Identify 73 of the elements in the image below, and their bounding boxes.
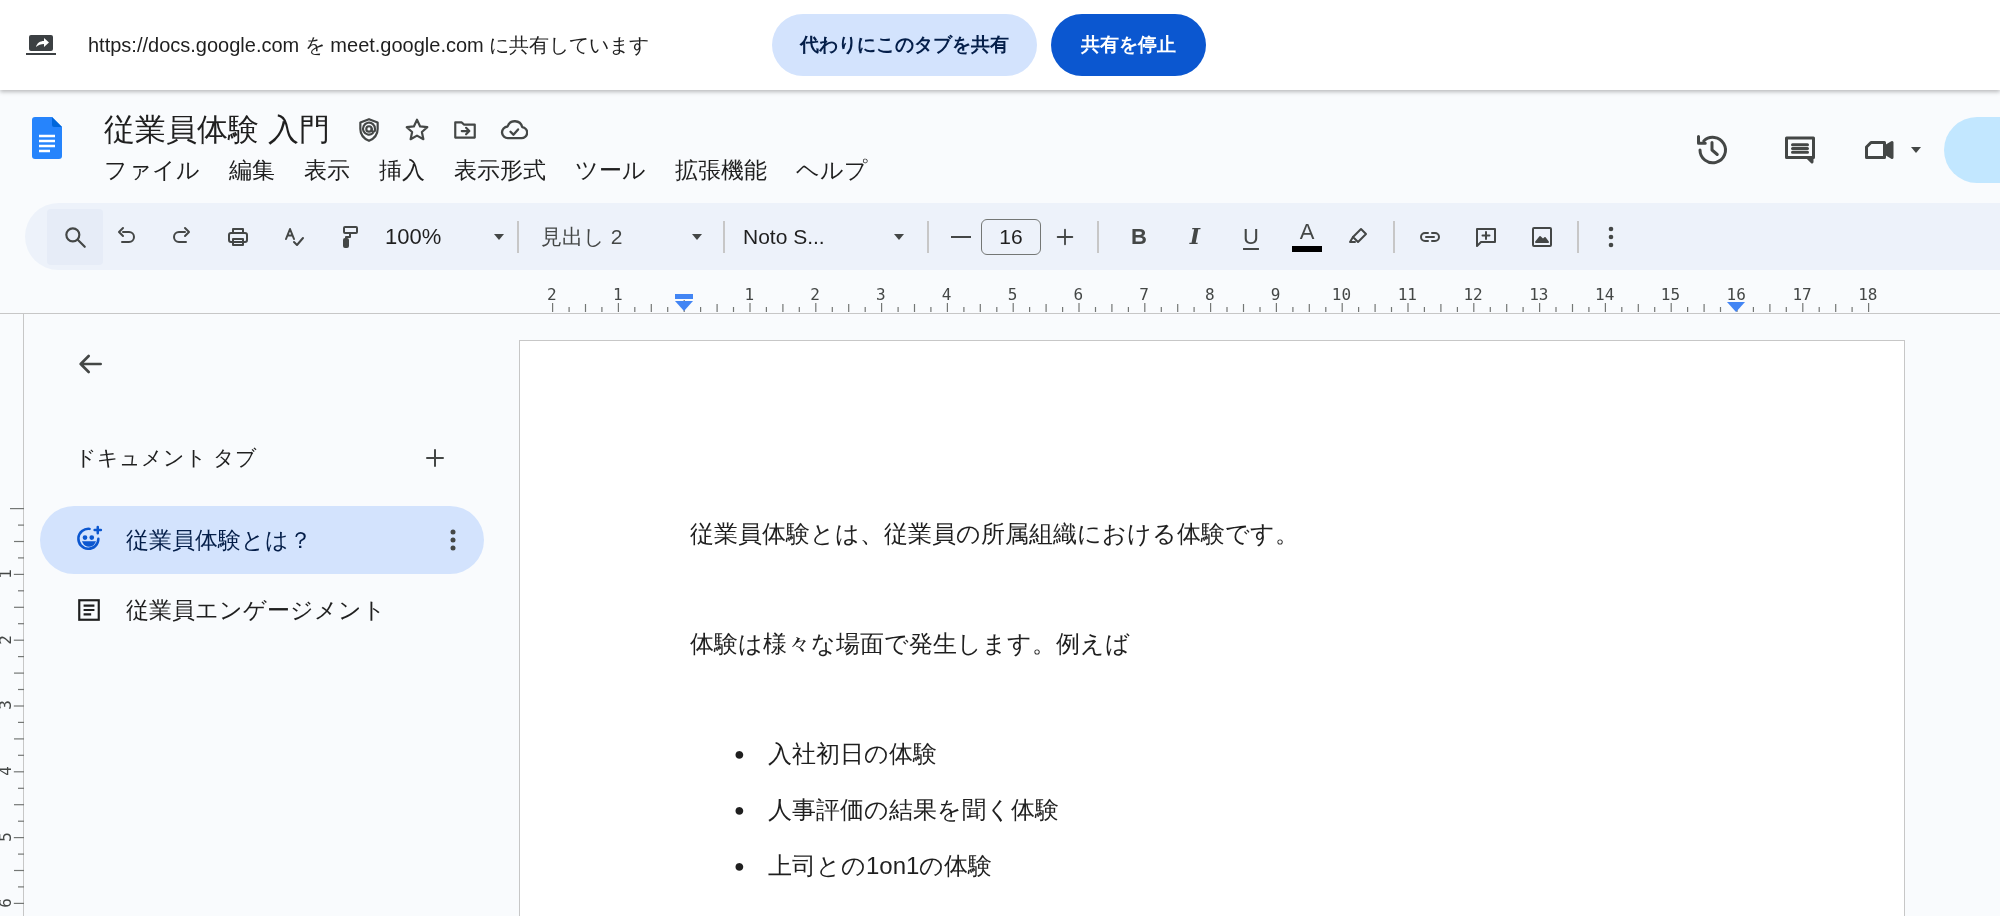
stop-sharing-button[interactable]: 共有を停止 (1051, 14, 1206, 76)
more-icon[interactable] (450, 528, 456, 552)
search-button[interactable] (47, 208, 103, 265)
list-item-text: 入社初日の体験 (768, 739, 937, 769)
menu-item[interactable]: 表示 (304, 153, 350, 188)
menu-item[interactable]: ファイル (104, 153, 200, 188)
menu-item[interactable]: 拡張機能 (675, 153, 767, 188)
ruler-number: 12 (1462, 287, 1484, 303)
menu-item[interactable]: 編集 (229, 153, 275, 188)
ruler-number: 5 (0, 832, 14, 842)
font-size-field[interactable]: 16 (981, 218, 1041, 255)
document-tab[interactable]: 従業員エンゲージメント (40, 576, 484, 644)
caret-icon (691, 232, 703, 241)
text-color-button[interactable]: A (1279, 213, 1335, 260)
star-icon[interactable] (403, 117, 430, 143)
caret-icon (893, 232, 905, 241)
ruler-number: 1 (743, 287, 756, 303)
menu-item[interactable]: ツール (575, 153, 646, 188)
bullet-point: ● (734, 798, 746, 822)
ruler-number: 11 (1396, 287, 1418, 303)
ruler-number: 7 (1138, 287, 1150, 303)
menu-item[interactable]: 表示形式 (454, 153, 546, 188)
ruler-number: 3 (875, 287, 887, 303)
ruler-number: 10 (1330, 287, 1353, 303)
screen-share-icon (26, 33, 56, 57)
docs-logo-icon[interactable] (32, 117, 62, 159)
tab-label: 従業員体験とは？ (126, 525, 312, 555)
paragraph: 従業員体験とは、従業員の所属組織における体験です。 (690, 519, 1299, 549)
ruler-number: 16 (1725, 287, 1747, 303)
text-color-bar (1292, 246, 1322, 252)
share-this-tab-button[interactable]: 代わりにこのタブを共有 (772, 14, 1037, 76)
indent-marker-icon[interactable] (674, 294, 693, 312)
paragraph-style-dropdown[interactable]: 見出し 2 (531, 220, 711, 253)
tab-label: 従業員エンゲージメント (126, 595, 386, 625)
document-icon (76, 597, 102, 623)
menu-item[interactable]: ヘルプ (796, 153, 868, 188)
list-item-text: 人事評価の結果を聞く体験 (768, 795, 1059, 825)
ruler-number: 17 (1791, 287, 1813, 303)
caret-icon (493, 232, 505, 241)
document-title[interactable]: 従業員体験 入門 (104, 106, 330, 154)
ruler-number: 14 (1594, 287, 1616, 303)
ruler-number: 5 (1006, 287, 1019, 303)
underline-button[interactable]: U (1223, 213, 1279, 260)
ruler-number: 6 (1072, 287, 1085, 303)
ruler-number: 18 (1857, 287, 1879, 303)
ruler-number: 8 (1204, 287, 1216, 303)
right-indent-marker-icon[interactable] (1727, 302, 1746, 313)
ruler-number: 1 (0, 569, 14, 579)
list-item-text: 上司との1on1の体験 (768, 851, 993, 881)
menu-item[interactable]: 挿入 (379, 153, 425, 188)
bold-button[interactable]: B (1111, 213, 1167, 260)
ruler-number: 2 (546, 287, 558, 303)
bullet-point: ● (734, 742, 746, 766)
bullet-point: ● (734, 854, 746, 878)
ruler-number: 2 (809, 287, 821, 303)
document-tabs-heading: ドキュメント タブ (75, 445, 257, 472)
caret-icon (1910, 146, 1922, 154)
ruler-number: 9 (1269, 287, 1282, 303)
font-dropdown[interactable]: Noto S... (737, 220, 915, 253)
minus-icon (951, 235, 971, 238)
italic-button[interactable]: I (1167, 213, 1223, 260)
ruler-number: 13 (1528, 287, 1550, 303)
ruler-number: 1 (611, 287, 624, 303)
plus-icon (423, 446, 447, 470)
sharing-message: https://docs.google.com を meet.google.com に共有しています (88, 33, 651, 58)
paragraph: 体験は様々な場面で発生します。例えば (690, 629, 1130, 659)
ruler-number: 15 (1659, 287, 1682, 303)
ruler-number: 4 (0, 766, 14, 777)
ruler-number: 4 (940, 287, 953, 303)
zoom-dropdown[interactable]: 100% (385, 220, 505, 253)
image-icon (1530, 224, 1554, 249)
document-tab[interactable]: 従業員体験とは？ (40, 506, 484, 574)
more-icon (1608, 225, 1614, 248)
